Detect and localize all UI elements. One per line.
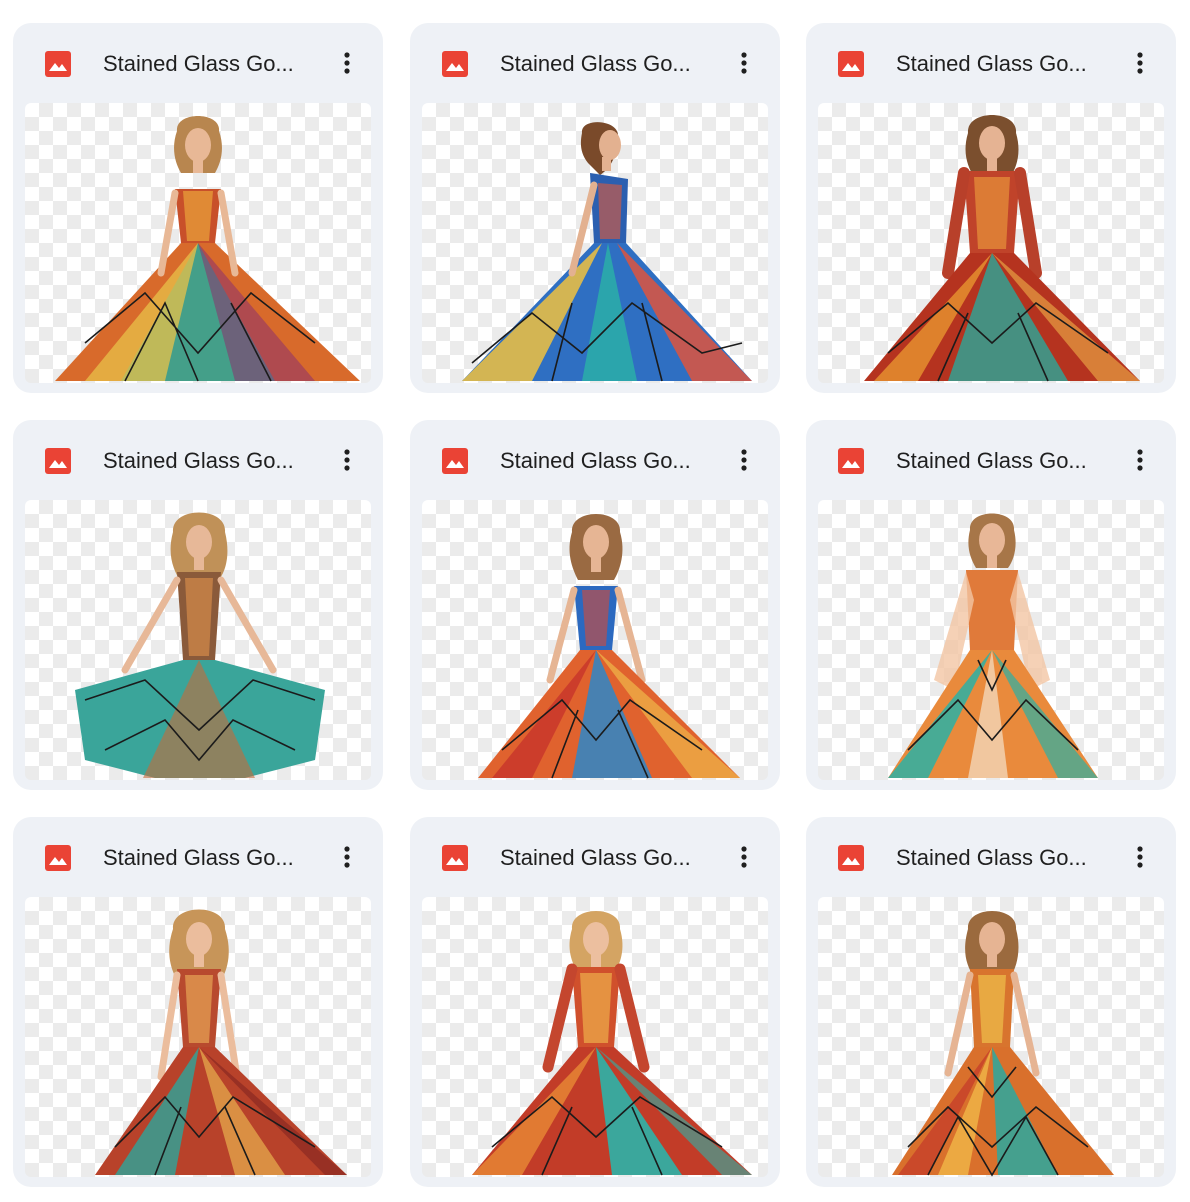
image-thumbnail[interactable] xyxy=(422,103,768,383)
file-card[interactable]: Stained Glass Go... xyxy=(806,23,1176,393)
image-icon xyxy=(838,845,864,871)
image-icon xyxy=(45,448,71,474)
file-card[interactable]: Stained Glass Go... xyxy=(410,420,780,790)
gown-figure xyxy=(55,116,360,382)
file-title: Stained Glass Go... xyxy=(896,448,1087,473)
image-thumbnail[interactable] xyxy=(818,103,1164,383)
more-options-button[interactable] xyxy=(726,442,762,478)
image-icon xyxy=(442,448,468,474)
image-thumbnail[interactable] xyxy=(25,500,371,780)
gown-figure xyxy=(75,512,325,778)
image-thumbnail[interactable] xyxy=(422,500,768,780)
gown-figure xyxy=(478,514,740,779)
file-title: Stained Glass Go... xyxy=(500,448,691,473)
file-grid: Stained Glass Go... Stained Glass Go... … xyxy=(0,0,1190,1202)
more-vert-icon xyxy=(344,449,350,471)
gown-figure xyxy=(95,909,347,1176)
gown-figure xyxy=(892,911,1114,1177)
gown-figure xyxy=(462,122,752,382)
file-card[interactable]: Stained Glass Go... xyxy=(13,23,383,393)
file-title: Stained Glass Go... xyxy=(500,845,691,870)
image-thumbnail[interactable] xyxy=(25,897,371,1177)
image-icon xyxy=(442,845,468,871)
more-vert-icon xyxy=(344,846,350,868)
more-vert-icon xyxy=(1137,449,1143,471)
more-vert-icon xyxy=(741,846,747,868)
more-options-button[interactable] xyxy=(726,45,762,81)
image-icon xyxy=(838,51,864,77)
more-vert-icon xyxy=(344,52,350,74)
more-options-button[interactable] xyxy=(329,45,365,81)
file-card-header: Stained Glass Go... xyxy=(806,817,1176,897)
image-thumbnail[interactable] xyxy=(818,897,1164,1177)
gown-figure xyxy=(888,513,1098,778)
more-options-button[interactable] xyxy=(726,839,762,875)
file-card-header: Stained Glass Go... xyxy=(410,420,780,500)
file-card-header: Stained Glass Go... xyxy=(13,817,383,897)
more-vert-icon xyxy=(741,449,747,471)
file-title: Stained Glass Go... xyxy=(103,845,294,870)
more-vert-icon xyxy=(741,52,747,74)
image-icon xyxy=(442,51,468,77)
file-card[interactable]: Stained Glass Go... xyxy=(410,23,780,393)
file-card[interactable]: Stained Glass Go... xyxy=(410,817,780,1187)
file-card[interactable]: Stained Glass Go... xyxy=(806,817,1176,1187)
more-options-button[interactable] xyxy=(329,442,365,478)
file-card-header: Stained Glass Go... xyxy=(13,23,383,103)
file-card-header: Stained Glass Go... xyxy=(806,420,1176,500)
file-card[interactable]: Stained Glass Go... xyxy=(806,420,1176,790)
more-vert-icon xyxy=(1137,52,1143,74)
file-card[interactable]: Stained Glass Go... xyxy=(13,817,383,1187)
file-title: Stained Glass Go... xyxy=(103,448,294,473)
file-card-header: Stained Glass Go... xyxy=(410,23,780,103)
image-thumbnail[interactable] xyxy=(818,500,1164,780)
file-title: Stained Glass Go... xyxy=(896,51,1087,76)
file-card[interactable]: Stained Glass Go... xyxy=(13,420,383,790)
more-options-button[interactable] xyxy=(1122,45,1158,81)
image-icon xyxy=(838,448,864,474)
file-title: Stained Glass Go... xyxy=(103,51,294,76)
image-icon xyxy=(45,51,71,77)
file-card-header: Stained Glass Go... xyxy=(13,420,383,500)
more-options-button[interactable] xyxy=(1122,442,1158,478)
gown-figure xyxy=(864,115,1140,382)
more-options-button[interactable] xyxy=(1122,839,1158,875)
file-title: Stained Glass Go... xyxy=(896,845,1087,870)
gown-figure xyxy=(472,911,752,1176)
more-vert-icon xyxy=(1137,846,1143,868)
file-title: Stained Glass Go... xyxy=(500,51,691,76)
file-card-header: Stained Glass Go... xyxy=(410,817,780,897)
image-thumbnail[interactable] xyxy=(422,897,768,1177)
image-icon xyxy=(45,845,71,871)
more-options-button[interactable] xyxy=(329,839,365,875)
image-thumbnail[interactable] xyxy=(25,103,371,383)
file-card-header: Stained Glass Go... xyxy=(806,23,1176,103)
